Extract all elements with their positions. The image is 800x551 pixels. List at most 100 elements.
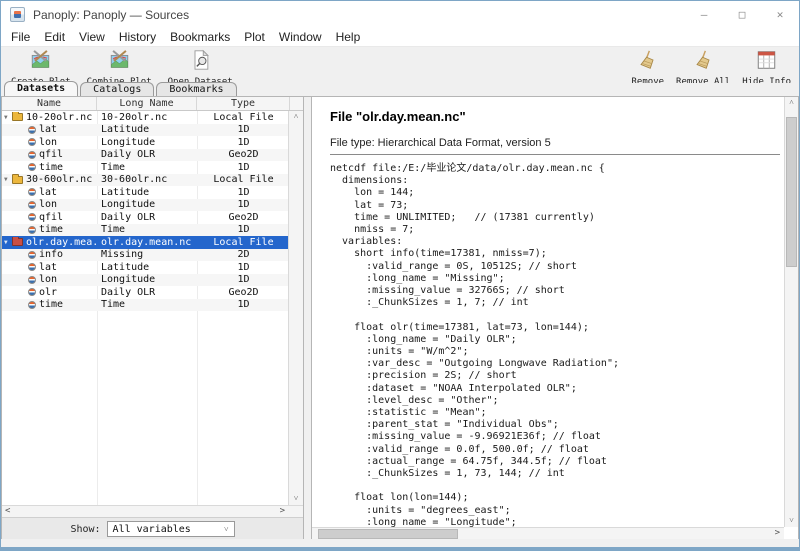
menu-item-view[interactable]: View — [72, 30, 112, 44]
cell-type: 1D — [197, 224, 290, 235]
variable-icon — [28, 226, 36, 234]
table-row[interactable]: ▼olr.day.mea...olr.day.mean.ncLocal File — [2, 236, 290, 249]
create-plot-icon — [29, 49, 52, 76]
tree-horizontal-scrollbar[interactable]: < > — [2, 505, 303, 517]
variable-icon — [28, 188, 36, 196]
tab-bookmarks[interactable]: Bookmarks — [156, 82, 236, 96]
column-header-name[interactable]: Name — [2, 97, 97, 110]
menu-item-plot[interactable]: Plot — [237, 30, 272, 44]
cell-type: Geo2D — [197, 149, 290, 160]
variable-icon — [28, 213, 36, 221]
hide-info-button[interactable]: Hide Info — [742, 47, 791, 83]
cell-name: info — [2, 249, 97, 260]
row-name-label: lat — [39, 187, 57, 198]
table-row[interactable]: latLatitude1D — [2, 124, 290, 137]
cell-long-name: Longitude — [97, 137, 197, 148]
table-row[interactable]: timeTime1D — [2, 299, 290, 312]
bottom-strip — [1, 539, 799, 547]
table-row[interactable]: lonLongitude1D — [2, 136, 290, 149]
scroll-down-icon[interactable]: ˅ — [785, 516, 798, 526]
cell-type: Local File — [197, 112, 290, 123]
variable-icon — [28, 151, 36, 159]
row-name-label: lon — [39, 274, 57, 285]
remove-button[interactable]: Remove — [632, 47, 665, 83]
split-pane-divider[interactable] — [304, 97, 311, 541]
cell-long-name: Daily OLR — [97, 149, 197, 160]
expand-triangle-icon[interactable]: ▼ — [4, 114, 12, 121]
menu-item-bookmarks[interactable]: Bookmarks — [163, 30, 237, 44]
open-dataset-button[interactable]: Open Dataset — [168, 47, 233, 83]
scrollbar-thumb[interactable] — [318, 529, 458, 539]
scroll-right-icon[interactable]: > — [775, 528, 780, 539]
cell-type: 1D — [197, 274, 290, 285]
scroll-up-icon[interactable]: ˄ — [785, 98, 798, 108]
column-header-long-name[interactable]: Long Name — [97, 97, 197, 110]
column-header-spacer — [290, 97, 303, 110]
cell-long-name: olr.day.mean.nc — [97, 237, 197, 248]
cell-long-name: Daily OLR — [97, 287, 197, 298]
menu-item-window[interactable]: Window — [272, 30, 329, 44]
tree-vertical-scrollbar[interactable]: ˄ ˅ — [288, 111, 303, 505]
title-bar[interactable]: Panoply: Panoply — Sources — □ ✕ — [1, 1, 799, 28]
table-row[interactable]: lonLongitude1D — [2, 274, 290, 287]
cell-long-name: 30-60olr.nc — [97, 174, 197, 185]
combine-plot-button[interactable]: Combine Plot — [87, 47, 152, 83]
row-name-label: 10-20olr.nc — [26, 112, 92, 123]
table-row[interactable]: ▼30-60olr.nc30-60olr.ncLocal File — [2, 174, 290, 187]
table-row[interactable]: timeTime1D — [2, 161, 290, 174]
menu-item-file[interactable]: File — [4, 30, 37, 44]
table-row[interactable]: infoMissing2D — [2, 249, 290, 262]
column-header-type[interactable]: Type — [197, 97, 290, 110]
remove-all-button[interactable]: Remove All — [676, 47, 730, 83]
scroll-right-icon[interactable]: > — [280, 506, 285, 517]
cell-long-name: Latitude — [97, 187, 197, 198]
cell-long-name: 10-20olr.nc — [97, 112, 197, 123]
tab-datasets[interactable]: Datasets — [4, 81, 78, 96]
info-vertical-scrollbar[interactable]: ˄ ˅ — [784, 97, 798, 527]
table-row[interactable]: lonLongitude1D — [2, 199, 290, 212]
scroll-left-icon[interactable]: < — [5, 506, 10, 517]
variable-icon — [28, 263, 36, 271]
chevron-down-icon: ˅ — [224, 525, 229, 534]
variable-icon — [28, 201, 36, 209]
open-dataset-icon — [189, 49, 212, 76]
window-title: Panoply: Panoply — Sources — [33, 8, 189, 22]
cell-long-name: Time — [97, 299, 197, 310]
row-name-label: lat — [39, 124, 57, 135]
file-title: File "olr.day.mean.nc" — [330, 109, 780, 124]
cell-name: lat — [2, 187, 97, 198]
expand-triangle-icon[interactable]: ▼ — [4, 176, 12, 183]
maximize-icon[interactable]: □ — [723, 1, 761, 28]
table-row[interactable]: timeTime1D — [2, 224, 290, 237]
table-row[interactable]: qfilDaily OLRGeo2D — [2, 149, 290, 162]
show-variables-value: All variables — [113, 524, 191, 535]
dataset-icon — [12, 238, 23, 246]
table-row[interactable]: olrDaily OLRGeo2D — [2, 286, 290, 299]
close-icon[interactable]: ✕ — [761, 1, 799, 28]
menu-item-edit[interactable]: Edit — [37, 30, 72, 44]
table-row[interactable]: latLatitude1D — [2, 261, 290, 274]
toolbar-left-group: Create Plot Combine Plot Open Dataset — [1, 47, 233, 83]
tree-header: NameLong NameType — [2, 97, 303, 111]
create-plot-button[interactable]: Create Plot — [11, 47, 71, 83]
menu-item-history[interactable]: History — [112, 30, 163, 44]
variable-icon — [28, 251, 36, 259]
cell-long-name: Missing — [97, 249, 197, 260]
scroll-up-icon[interactable]: ˄ — [289, 112, 303, 122]
cell-type: 1D — [197, 299, 290, 310]
menu-item-help[interactable]: Help — [329, 30, 368, 44]
scrollbar-thumb[interactable] — [786, 117, 797, 267]
row-name-label: info — [39, 249, 63, 260]
cell-name: time — [2, 224, 97, 235]
cell-type: 1D — [197, 187, 290, 198]
table-row[interactable]: lat Latitude1D — [2, 186, 290, 199]
scroll-down-icon[interactable]: ˅ — [289, 494, 303, 504]
cell-type: 1D — [197, 262, 290, 273]
table-row[interactable]: ▼10-20olr.nc10-20olr.ncLocal File — [2, 111, 290, 124]
show-bar: Show: All variables ˅ — [2, 517, 303, 540]
expand-triangle-icon[interactable]: ▼ — [4, 239, 12, 246]
minimize-icon[interactable]: — — [685, 1, 723, 28]
table-row[interactable]: qfilDaily OLRGeo2D — [2, 211, 290, 224]
tab-catalogs[interactable]: Catalogs — [80, 82, 154, 96]
show-variables-dropdown[interactable]: All variables ˅ — [107, 521, 235, 537]
